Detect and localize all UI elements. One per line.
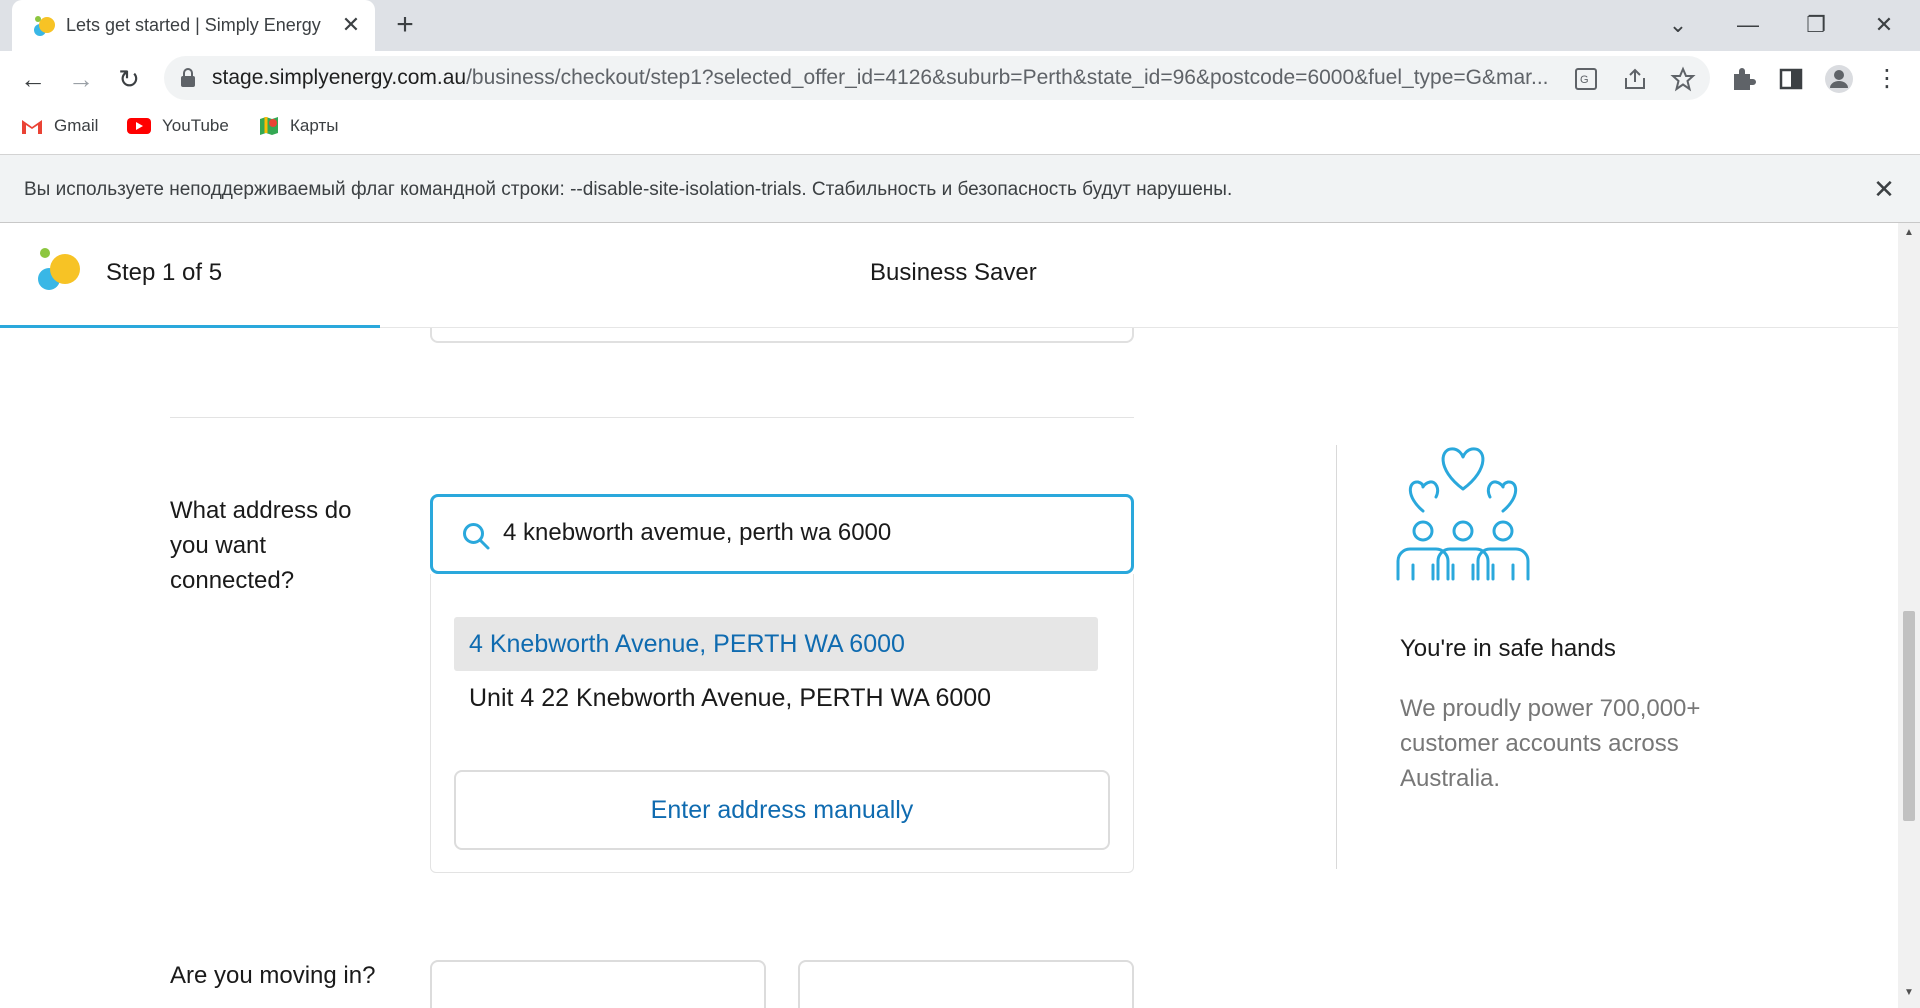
- infobar-close-icon[interactable]: ✕: [1870, 175, 1898, 203]
- step-progress-bar: [0, 325, 380, 328]
- tab-strip: Lets get started | Simply Energy ✕ + ⌄ —…: [0, 0, 1920, 51]
- address-search-box[interactable]: [430, 494, 1134, 574]
- search-icon: [463, 523, 490, 550]
- side-panel-icon[interactable]: [1776, 64, 1806, 94]
- scroll-down-arrow-icon[interactable]: ▼: [1898, 987, 1920, 1001]
- unsupported-flag-infobar: Вы используете неподдерживаемый флаг ком…: [0, 154, 1920, 223]
- lock-icon: [181, 68, 195, 87]
- bookmark-youtube[interactable]: YouTube: [126, 112, 229, 140]
- aside-divider: [1336, 445, 1337, 869]
- address-suggestions: 4 Knebworth Avenue, PERTH WA 6000 Unit 4…: [430, 574, 1134, 873]
- moving-option-yes[interactable]: [430, 960, 766, 1008]
- svg-text:G: G: [1580, 74, 1589, 86]
- reload-icon[interactable]: ↻: [112, 62, 146, 96]
- community-hearts-icon: [1396, 447, 1530, 581]
- page-scrollbar[interactable]: ▲ ▼: [1898, 223, 1920, 1008]
- simply-energy-favicon-icon: [34, 16, 55, 36]
- window-close-icon[interactable]: ✕: [1866, 8, 1902, 42]
- forward-arrow-icon[interactable]: →: [64, 62, 98, 96]
- bookmark-gmail[interactable]: Gmail: [20, 112, 98, 140]
- new-tab-icon[interactable]: +: [390, 10, 420, 40]
- back-arrow-icon[interactable]: ←: [16, 62, 50, 96]
- extensions-icon[interactable]: [1728, 64, 1758, 94]
- checkout-header: Step 1 of 5 Business Saver: [0, 223, 1898, 328]
- share-icon[interactable]: [1622, 66, 1648, 92]
- restore-icon[interactable]: ❐: [1798, 8, 1834, 42]
- address-question: What address do you want connected?: [170, 497, 352, 594]
- url-text[interactable]: stage.simplyenergy.com.au/business/check…: [212, 66, 1557, 90]
- aside-body: We proudly power 700,000+ customer accou…: [1400, 695, 1701, 792]
- address-search-input[interactable]: [503, 513, 1103, 553]
- gmail-icon: [22, 120, 42, 134]
- step-indicator: Step 1 of 5: [106, 259, 223, 286]
- simply-energy-logo-icon: [38, 248, 80, 290]
- enter-address-manually-button[interactable]: Enter address manually: [454, 770, 1110, 850]
- maps-icon: [260, 117, 278, 135]
- menu-kebab-icon[interactable]: ⋮: [1870, 62, 1904, 96]
- minimize-icon[interactable]: —: [1730, 8, 1766, 42]
- bookmark-star-icon[interactable]: [1670, 66, 1696, 92]
- address-suggestion[interactable]: Unit 4 22 Knebworth Avenue, PERTH WA 600…: [454, 671, 1098, 725]
- section-divider: [170, 417, 1134, 418]
- infobar-message: Вы используете неподдерживаемый флаг ком…: [24, 179, 1233, 200]
- checkout-page: Step 1 of 5 Business Saver What address …: [0, 223, 1898, 1008]
- address-suggestion[interactable]: 4 Knebworth Avenue, PERTH WA 6000: [454, 617, 1098, 671]
- plan-name: Business Saver: [870, 259, 1037, 286]
- bookmark-maps[interactable]: Карты: [258, 112, 338, 140]
- tab-search-chevron-icon[interactable]: ⌄: [1660, 8, 1696, 42]
- youtube-icon: [127, 118, 151, 134]
- translate-icon[interactable]: G: [1574, 66, 1600, 92]
- scroll-up-arrow-icon[interactable]: ▲: [1898, 227, 1920, 241]
- tab-close-icon[interactable]: ✕: [338, 12, 364, 38]
- scrollbar-thumb[interactable]: [1903, 611, 1915, 821]
- profile-avatar-icon[interactable]: [1824, 64, 1854, 94]
- browser-tab[interactable]: Lets get started | Simply Energy ✕: [12, 0, 375, 51]
- aside-title: You're in safe hands: [1400, 635, 1616, 662]
- moving-option-no[interactable]: [798, 960, 1134, 1008]
- moving-question: Are you moving in?: [170, 962, 376, 989]
- tab-title: Lets get started | Simply Energy: [66, 15, 321, 35]
